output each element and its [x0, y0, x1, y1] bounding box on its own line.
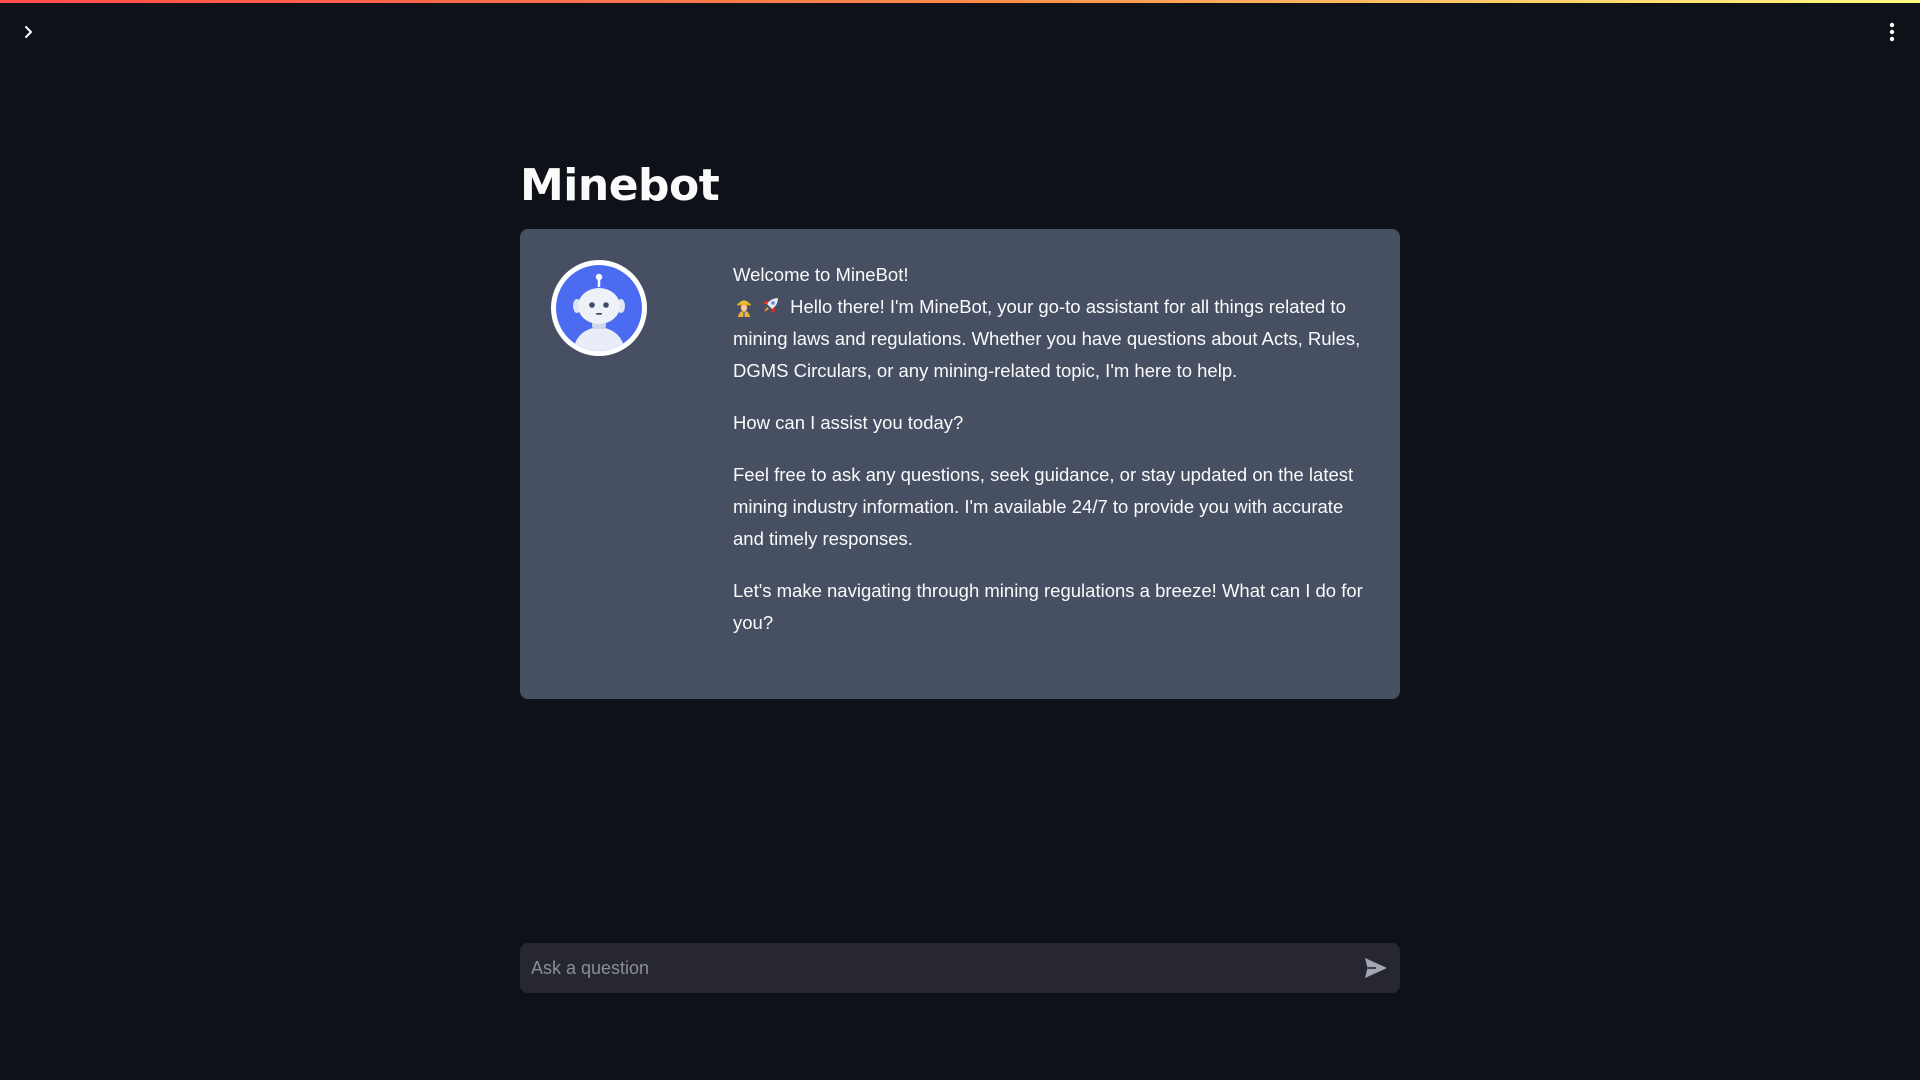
message-question: How can I assist you today?: [733, 411, 964, 433]
send-icon: [1365, 958, 1387, 978]
sidebar-expand-button[interactable]: [14, 18, 42, 46]
message-intro-text: Hello there! I'm MineBot, your go-to ass…: [733, 295, 1361, 381]
robot-icon: [551, 259, 647, 356]
message-body: Welcome to MineBot! Hello there! I'm Min…: [733, 259, 1370, 659]
assistant-message: Welcome to MineBot! Hello there! I'm Min…: [520, 228, 1400, 699]
message-body-paragraph: Feel free to ask any questions, seek gui…: [733, 463, 1354, 549]
chevron-right-icon: [25, 26, 32, 38]
page-title: Minebot: [520, 160, 720, 211]
message-intro-paragraph: Hello there! I'm MineBot, your go-to ass…: [733, 291, 1370, 387]
rocket-emoji: [763, 297, 778, 313]
robot-avatar: [550, 259, 648, 357]
message-greeting: Welcome to MineBot!: [733, 263, 909, 285]
main-menu-button[interactable]: [1878, 18, 1906, 46]
top-decoration-bar: [0, 0, 1920, 3]
chat-input-container: [520, 942, 1400, 994]
main-content: Minebot Welcome to MineBot! Hello there!…: [520, 150, 1400, 699]
more-vertical-icon: [1889, 22, 1895, 42]
miner-emoji: [737, 300, 751, 317]
chat-input[interactable]: [520, 942, 1352, 994]
send-button[interactable]: [1352, 944, 1400, 992]
message-closing: Let's make navigating through mining reg…: [733, 579, 1363, 633]
